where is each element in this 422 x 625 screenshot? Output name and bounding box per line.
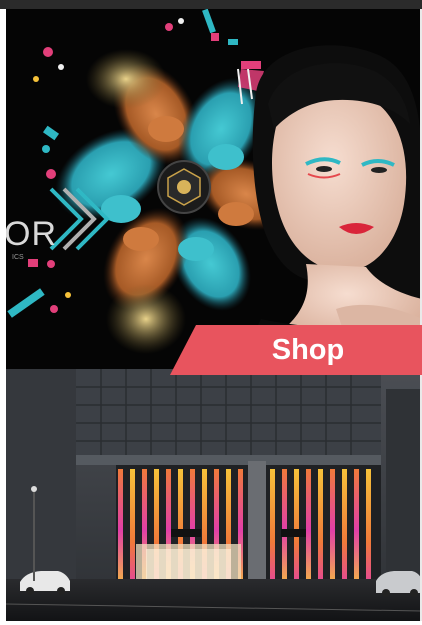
storefront-image <box>6 369 422 621</box>
brand-fragment: OR <box>6 215 57 253</box>
shop-button[interactable]: Shop <box>170 325 422 375</box>
shop-button-label: Shop <box>271 333 345 366</box>
top-bar <box>0 0 422 9</box>
promo-card[interactable]: OR ICS Shop <box>6 9 422 621</box>
cosmetics-campaign-image: OR ICS <box>6 9 422 369</box>
brand-subtext: ICS <box>12 254 24 261</box>
